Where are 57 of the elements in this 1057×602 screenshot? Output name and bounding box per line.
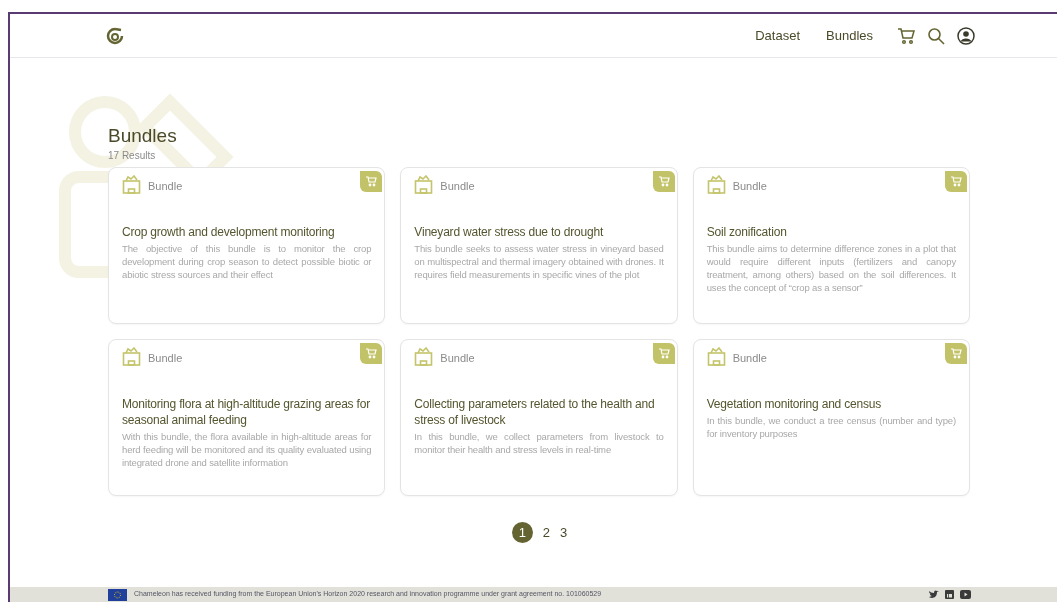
- box-icon: [122, 347, 141, 366]
- bundle-title: Collecting parameters related to the health and stress of livestock: [414, 396, 656, 429]
- add-to-cart-button[interactable]: [652, 170, 675, 192]
- cart-icon: [657, 175, 670, 188]
- bundle-card[interactable]: [692, 166, 970, 324]
- search-icon[interactable]: [927, 26, 945, 45]
- box-icon: [414, 347, 434, 366]
- add-to-cart-button[interactable]: [652, 342, 675, 364]
- bundle-description: The objective of this bundle is to monitor the crop development during crop season to detect possible biotic or abiotic stress sources and their effect: [122, 242, 372, 282]
- bundle-title: Crop growth and development monitoring: [122, 224, 336, 241]
- box-icon: [706, 175, 726, 194]
- bundle-description: In this bundle, we collect parameters from livestock to monitor their health and stress levels in real-time: [414, 430, 664, 457]
- add-to-cart-button[interactable]: [360, 170, 383, 192]
- linkedin-icon[interactable]: [945, 590, 954, 599]
- page-title: Bundles: [108, 124, 178, 148]
- bundle-type: Bundle: [148, 350, 183, 366]
- flag-icon: [108, 588, 127, 601]
- result-count: 17 Results: [108, 148, 157, 163]
- nav-link[interactable]: Bundles: [826, 25, 873, 46]
- bundle-type: Bundle: [148, 178, 183, 194]
- nav-link[interactable]: Dataset: [755, 25, 800, 46]
- bundle-title: Vegetation monitoring and census: [706, 396, 883, 413]
- bundle-type: Bundle: [732, 350, 767, 366]
- add-to-cart-button[interactable]: [945, 342, 967, 364]
- bundle-description: With this bundle, the flora available in high-altitude areas for herd feeding will be monitored and its quality evaluated using integrated drone and satellite information: [122, 430, 372, 470]
- cart-icon: [365, 347, 378, 360]
- add-to-cart-button[interactable]: [945, 170, 967, 192]
- box-icon: [414, 175, 434, 194]
- logo-icon[interactable]: [106, 26, 124, 45]
- user-icon[interactable]: [957, 26, 975, 45]
- box-icon: [122, 175, 141, 194]
- bundle-card[interactable]: Bundle Vegetation monitoring and census In this bundle, we conduct a tree census (number and type) for inventory purposes: [692, 338, 970, 496]
- page-button[interactable]: 3: [560, 522, 568, 542]
- bundle-card[interactable]: [108, 338, 386, 496]
- box-icon: [706, 347, 726, 366]
- bundle-title: Vineyard water stress due to drought: [414, 224, 605, 241]
- bundle-card[interactable]: [400, 166, 678, 324]
- cart-icon: [950, 347, 962, 360]
- bundle-type: Bundle: [440, 178, 475, 194]
- bundle-title: Soil zonification: [706, 224, 788, 241]
- cart-icon: [950, 175, 962, 188]
- bundle-card[interactable]: Bundle Collecting parameters related to the health and stress of livestock In this bundle, we collect parameters from livestock to monitor their health and stress levels in real-time: [400, 338, 678, 496]
- cart-icon[interactable]: [897, 26, 915, 45]
- bundle-description: In this bundle, we conduct a tree census (number and type) for inventory purposes: [706, 414, 956, 441]
- page-button[interactable]: 2: [542, 522, 550, 542]
- add-to-cart-button[interactable]: [360, 342, 383, 364]
- bundle-description: This bundle seeks to assess water stress in vineyard based on multispectral and thermal imagery obtained with drones. It requires field measurements in specific vines of the plot: [414, 242, 664, 282]
- cart-icon: [365, 175, 378, 188]
- bundle-title: Monitoring flora at high-altitude grazing areas for seasonal animal feeding: [122, 396, 371, 429]
- bundle-card[interactable]: Bundle Crop growth and development monitoring The objective of this bundle is to monitor the crop development during crop season to detect possible biotic or abiotic stress sources and their effect: [108, 166, 386, 324]
- cart-icon: [657, 347, 670, 360]
- page-button[interactable]: 1: [511, 521, 533, 543]
- bundle-type: Bundle: [440, 350, 475, 366]
- bundle-description: This bundle aims to determine difference zones in a plot that would require different inputs (fertilizers and canopy treatment, among others) based on the soil differences. It uses the concept of “crop as a sensor”: [706, 242, 956, 295]
- twitter-icon[interactable]: [929, 590, 939, 599]
- youtube-icon[interactable]: [960, 590, 971, 599]
- bundle-type: Bundle: [732, 178, 767, 194]
